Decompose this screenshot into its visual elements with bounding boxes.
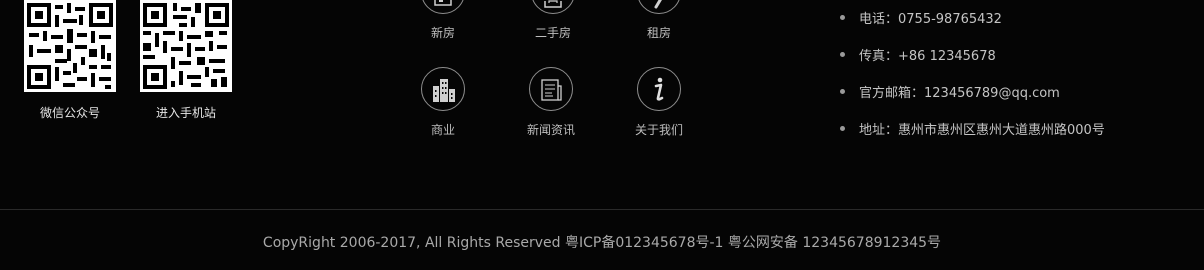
contact-email-text[interactable]: 官方邮箱：123456789@qq.com	[859, 82, 1060, 101]
bullet-dot	[840, 52, 845, 57]
key-icon	[531, 0, 575, 14]
rent-icon	[637, 0, 681, 14]
contact-phone: 电话：0755-98765432	[838, 8, 1105, 45]
bullet-dot	[840, 15, 845, 20]
contact-fax-text: 传真：+86 12345678	[859, 49, 996, 64]
nav-label-about: 关于我们	[634, 123, 683, 137]
mobile-qr-label: 进入手机站	[155, 106, 216, 120]
nav-label-new-homes: 新房	[430, 26, 455, 40]
mobile-site-qr-code	[140, 0, 232, 92]
wechat-qr-code	[24, 0, 116, 92]
contact-address: 地址：惠州市惠州区惠州大道惠州路000号	[838, 119, 1105, 156]
wechat-qr-label: 微信公众号	[39, 106, 100, 120]
buildings-icon	[421, 67, 465, 111]
house-icon	[421, 0, 465, 14]
footer-divider	[0, 209, 1204, 210]
contact-address-text: 地址：惠州市惠州区惠州大道惠州路000号	[859, 123, 1105, 138]
nav-label-second-hand: 二手房	[534, 26, 571, 40]
nav-label-commercial: 商业	[430, 123, 455, 137]
contact-email: 官方邮箱：123456789@qq.com	[838, 82, 1105, 119]
bullet-dot	[840, 126, 845, 131]
nav-label-news: 新闻资讯	[526, 123, 575, 137]
nav-item-second-hand[interactable]: 二手房	[515, 0, 591, 41]
wechat-qr-block: 微信公众号	[24, 0, 116, 121]
nav-label-rent: 租房	[646, 26, 671, 40]
copyright-text: CopyRight 2006-2017, All Rights Reserved…	[262, 235, 942, 251]
contact-list: 电话：0755-98765432 传真：+86 12345678 官方邮箱：12…	[838, 8, 1105, 156]
contact-fax: 传真：+86 12345678	[838, 45, 1105, 82]
nav-item-commercial[interactable]: 商业	[405, 67, 481, 138]
nav-item-rent[interactable]: 租房	[621, 0, 697, 41]
mobile-qr-block: 进入手机站	[140, 0, 232, 121]
nav-item-news[interactable]: 新闻资讯	[513, 67, 589, 138]
nav-item-about[interactable]: 关于我们	[621, 67, 697, 138]
nav-item-new-homes[interactable]: 新房	[405, 0, 481, 41]
news-icon	[529, 67, 573, 111]
contact-phone-text: 电话：0755-98765432	[859, 12, 1002, 27]
footer-nav: 新房 二手房 租房 商业 新闻资讯 关于我们	[405, 0, 735, 160]
info-icon	[637, 67, 681, 111]
bullet-dot	[840, 89, 845, 94]
